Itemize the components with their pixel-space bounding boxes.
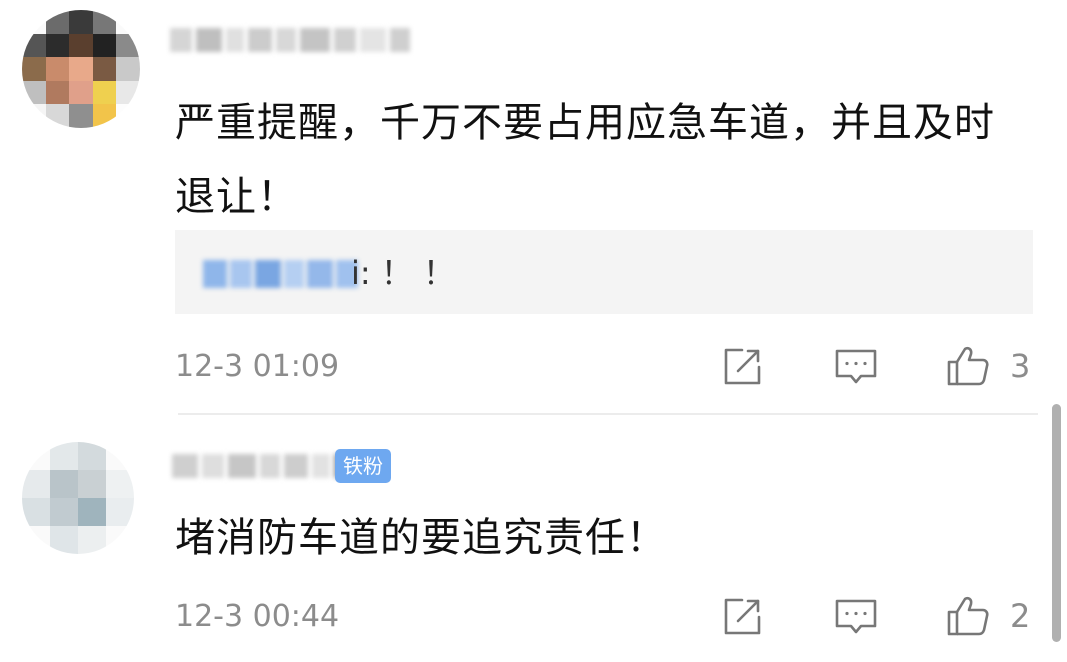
comment-text: 堵消防车道的要追究责任！ [175, 515, 667, 561]
share-icon[interactable] [720, 595, 764, 639]
divider [178, 413, 1038, 415]
fan-badge: 铁粉 [335, 449, 391, 483]
reply-author-redacted [203, 260, 358, 288]
like-icon[interactable] [946, 343, 990, 387]
scrollbar[interactable] [1052, 404, 1061, 642]
comment-list: 严重提醒，千万不要占用应急车道，并且及时退让！ i: ！ ！ 12-3 01:0… [0, 0, 1067, 662]
comment-icon[interactable] [834, 595, 878, 639]
comment-timestamp: 12-3 00:44 [175, 599, 340, 634]
reply-preview[interactable]: i: ！ ！ [175, 230, 1033, 314]
comment-timestamp: 12-3 01:09 [175, 349, 340, 384]
avatar[interactable] [22, 442, 134, 554]
username-redacted[interactable] [172, 454, 350, 478]
comment-icon[interactable] [834, 345, 878, 389]
share-icon[interactable] [720, 345, 764, 389]
reply-text: i: ！ ！ [351, 254, 456, 292]
like-icon[interactable] [946, 593, 990, 637]
like-count: 2 [1010, 597, 1031, 635]
like-count: 3 [1010, 347, 1031, 385]
username-redacted[interactable] [170, 28, 410, 52]
comment-text: 严重提醒，千万不要占用应急车道，并且及时退让！ [175, 100, 995, 220]
avatar[interactable] [22, 10, 140, 128]
